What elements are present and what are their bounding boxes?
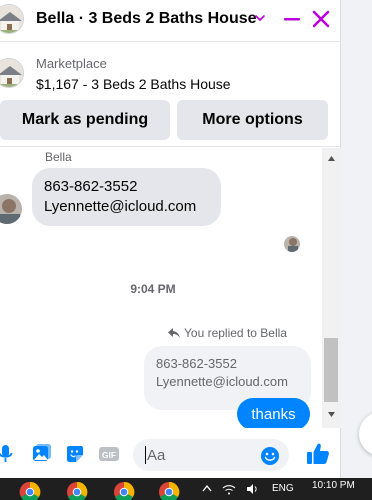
chat-header: Bella · 3 Beds 2 Baths House [0, 0, 341, 42]
outgoing-message[interactable]: thanks [237, 398, 310, 428]
incoming-message[interactable]: 863-862-3552 Lyennette@icloud.com [32, 168, 221, 226]
microphone-icon[interactable] [0, 443, 18, 465]
seen-avatar [284, 236, 300, 252]
text-cursor [145, 446, 146, 464]
message-input[interactable]: Aa [133, 439, 289, 471]
divider [0, 146, 341, 147]
reply-indicator-text: You replied to Bella [184, 326, 287, 340]
taskbar: ENG 10:10 PM [0, 478, 372, 500]
message-line: 863-862-3552 [44, 178, 138, 195]
message-line: Lyennette@icloud.com [44, 198, 197, 215]
reply-arrow-icon [168, 327, 180, 338]
chrome-icon[interactable] [113, 481, 135, 500]
network-icon[interactable] [222, 483, 236, 495]
chevron-down-icon[interactable] [253, 11, 267, 25]
listing-title: $1,167 - 3 Beds 2 Baths House [36, 76, 231, 92]
listing-source: Marketplace [36, 56, 107, 71]
volume-icon[interactable] [246, 483, 260, 495]
message-list: Bella 863-862-3552 Lyennette@icloud.com [0, 148, 322, 428]
sticker-icon[interactable] [64, 443, 86, 465]
scrollbar[interactable] [322, 148, 341, 428]
chrome-icon[interactable] [19, 481, 41, 500]
screen: Bella · 3 Beds 2 Baths House Marketplace… [0, 0, 372, 500]
page-background [341, 0, 372, 478]
quoted-line: Lyennette@icloud.com [156, 374, 288, 389]
language-indicator[interactable]: ENG [272, 483, 294, 494]
listing-thumbnail [0, 58, 24, 88]
svg-text:GIF: GIF [102, 450, 116, 460]
message-timestamp: 9:04 PM [130, 282, 176, 296]
emoji-icon[interactable] [260, 446, 280, 466]
reply-indicator: You replied to Bella [168, 326, 287, 340]
scroll-down-arrow-icon[interactable] [322, 406, 341, 423]
marketplace-listing[interactable]: Marketplace $1,167 - 3 Beds 2 Baths Hous… [0, 52, 341, 96]
gif-icon[interactable]: GIF [98, 443, 120, 465]
chrome-icon[interactable] [66, 481, 88, 500]
message-input-placeholder: Aa [147, 447, 166, 464]
sender-avatar[interactable] [0, 194, 22, 224]
quoted-line: 863-862-3552 [156, 356, 237, 371]
minimize-icon[interactable] [283, 10, 301, 28]
message-composer: GIF Aa [0, 432, 341, 478]
thumbs-up-icon[interactable] [305, 441, 331, 467]
scroll-up-arrow-icon[interactable] [322, 150, 341, 167]
more-options-button[interactable]: More options [177, 100, 328, 140]
taskbar-clock[interactable]: 10:10 PM [312, 480, 355, 491]
contact-avatar[interactable] [0, 4, 24, 34]
mark-as-pending-button[interactable]: Mark as pending [0, 100, 170, 140]
chat-title[interactable]: Bella · 3 Beds 2 Baths House [36, 10, 257, 28]
photo-icon[interactable] [30, 443, 52, 465]
sender-name: Bella [45, 150, 72, 164]
close-icon[interactable] [311, 9, 331, 29]
scrollbar-thumb[interactable] [324, 338, 338, 402]
chevron-up-icon[interactable] [202, 484, 212, 492]
chat-window: Bella · 3 Beds 2 Baths House Marketplace… [0, 0, 341, 478]
chrome-icon[interactable] [158, 481, 180, 500]
